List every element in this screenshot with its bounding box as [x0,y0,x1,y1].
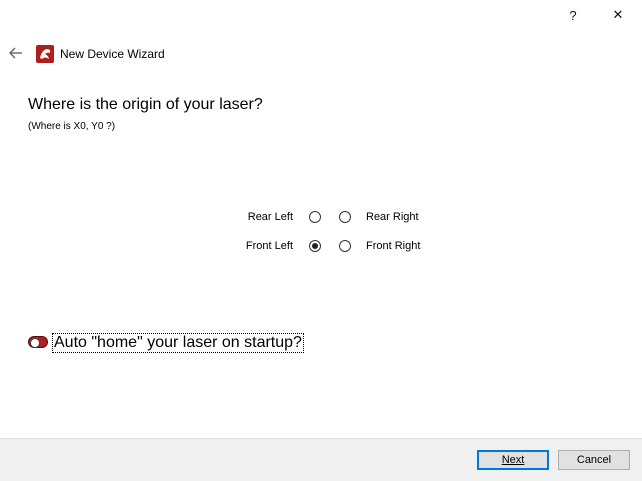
page-question: Where is the origin of your laser? [28,96,263,113]
next-button[interactable]: Next [477,450,549,470]
page-subquestion: (Where is X0, Y0 ?) [28,121,116,132]
lightburn-app-icon [36,45,54,63]
cancel-button[interactable]: Cancel [558,450,630,470]
toggle-knob [30,338,40,348]
auto-home-toggle[interactable] [28,336,48,348]
rear-left-label: Rear Left [247,211,293,223]
rear-right-radio[interactable] [339,211,351,223]
wizard-footer: Next Cancel [0,438,642,481]
front-right-radio[interactable] [339,240,351,252]
auto-home-label[interactable]: Auto "home" your laser on startup? [52,333,304,353]
front-left-radio[interactable] [309,240,321,252]
help-icon: ? [569,7,577,23]
rear-left-radio[interactable] [309,211,321,223]
close-icon: ✕ [612,7,624,22]
back-arrow-icon[interactable] [6,44,26,62]
wizard-title: New Device Wizard [60,47,165,61]
help-button[interactable]: ? [558,4,588,26]
rear-right-label: Rear Right [366,211,419,223]
front-right-label: Front Right [366,240,421,252]
radio-selected-dot [312,243,318,249]
front-left-label: Front Left [245,240,293,252]
close-button[interactable]: ✕ [603,4,633,26]
